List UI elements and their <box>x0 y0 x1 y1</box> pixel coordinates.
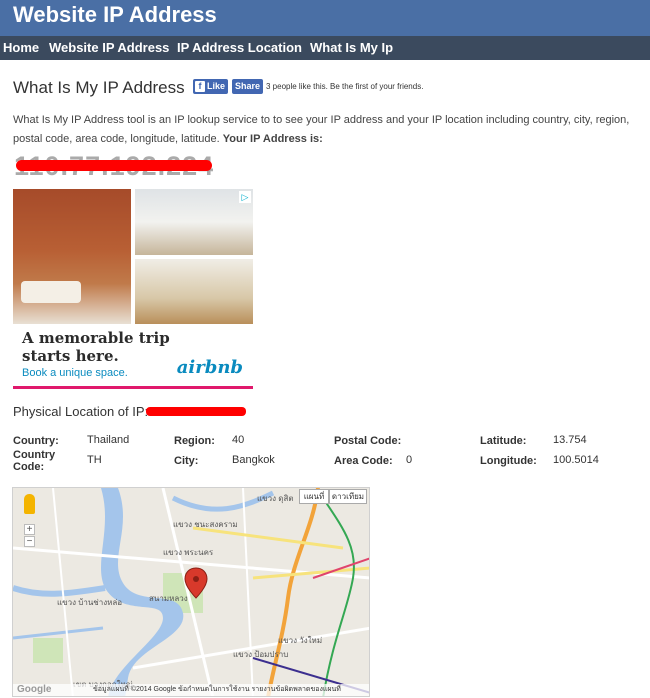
latitude-value: 13.754 <box>553 434 587 446</box>
facebook-like-button[interactable]: f Like <box>193 79 228 94</box>
region-label: Region: <box>174 435 215 447</box>
nav-item-website-ip-address[interactable]: Website IP Address <box>49 40 169 55</box>
zoom-in-button[interactable]: + <box>24 524 35 535</box>
postal-code-label: Postal Code: <box>334 435 402 447</box>
longitude-label: Longitude: <box>480 455 537 467</box>
location-map[interactable]: แผนที่ ดาวเทียม + − แขวง ดุสิต สนามหลวง … <box>12 487 370 697</box>
nav-item-what-is-my-ip[interactable]: What Is My Ip <box>310 40 393 55</box>
map-label: แขวง ดุสิต <box>257 494 294 503</box>
map-label: แขวง พระนคร <box>163 548 214 557</box>
longitude-value: 100.5014 <box>553 454 599 466</box>
ad-photo-interior <box>135 259 253 324</box>
pegman-icon[interactable] <box>24 494 35 514</box>
intro-paragraph: What Is My IP Address tool is an IP look… <box>13 111 648 149</box>
ad-photo-sunroom <box>135 189 253 255</box>
map-label: แขวง บ้านช่างหล่อ <box>57 598 123 607</box>
country-value: Thailand <box>87 434 130 446</box>
latitude-label: Latitude: <box>480 435 527 447</box>
country-code-label: Country Code: <box>13 449 56 473</box>
map-label: แขวง ชนะสงคราม <box>173 520 238 529</box>
map-label: แขวง วังใหม่ <box>278 636 323 645</box>
ip-redaction-mark <box>16 160 212 171</box>
ad-headline-line-1: A memorable trip <box>22 329 170 347</box>
physical-location-heading: Physical Location of IP: <box>13 404 149 419</box>
city-value: Bangkok <box>232 454 275 466</box>
main-nav: Home Website IP Address IP Address Locat… <box>0 36 650 60</box>
satellite-view-button[interactable]: ดาวเทียม <box>329 489 367 504</box>
city-label: City: <box>174 455 199 467</box>
map-view-button[interactable]: แผนที่ <box>299 489 329 504</box>
zoom-out-button[interactable]: − <box>24 536 35 547</box>
page-title: What Is My IP Address <box>13 78 185 97</box>
region-value: 40 <box>232 434 245 446</box>
like-label: Like <box>207 81 226 91</box>
intro-bold-text: Your IP Address is: <box>222 133 323 145</box>
facebook-social-text: 3 people like this. Be the first of your… <box>266 82 424 91</box>
ad-headline-line-2: starts here. <box>22 347 119 365</box>
nav-item-home[interactable]: Home <box>3 40 39 55</box>
adchoices-icon[interactable]: ▷ <box>239 191 251 203</box>
map-label: สนามหลวง <box>149 594 188 603</box>
nav-item-ip-address-location[interactable]: IP Address Location <box>177 40 302 55</box>
area-code-label: Area Code: <box>334 455 393 467</box>
area-code-value: 0 <box>406 454 413 466</box>
airbnb-logo: airbnb <box>176 357 243 378</box>
facebook-icon: f <box>195 81 205 92</box>
ad-cta-text[interactable]: Book a unique space. <box>22 367 128 379</box>
ad-photo-living-room <box>13 189 131 324</box>
site-header: Website IP Address <box>0 0 650 36</box>
location-ip-redaction-mark <box>146 407 246 416</box>
country-code-value: TH <box>87 454 102 466</box>
sofa-shape <box>21 281 81 303</box>
country-label: Country: <box>13 435 59 447</box>
map-label: แขวง ป้อมปราบ <box>233 650 289 659</box>
google-logo: Google <box>17 684 52 695</box>
map-footer[interactable]: ข้อมูลแผนที่ ©2014 Google ข้อกำหนดในการใ… <box>13 684 369 696</box>
facebook-share-button[interactable]: Share <box>232 79 263 94</box>
ad-headline: A memorable trip starts here. <box>22 329 170 365</box>
advertisement-banner[interactable]: ▷ A memorable trip starts here. Book a u… <box>13 189 253 389</box>
site-title[interactable]: Website IP Address <box>13 2 217 28</box>
